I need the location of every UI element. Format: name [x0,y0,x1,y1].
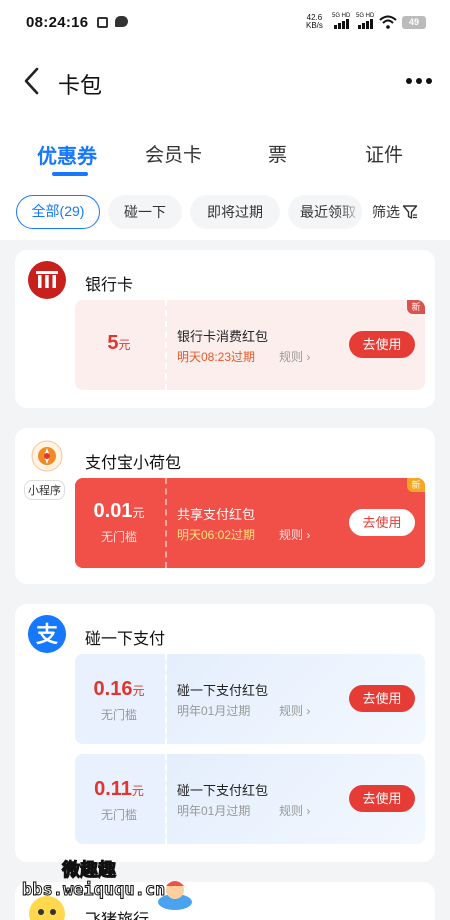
back-arrow-icon[interactable] [20,66,44,96]
watermark-line1: 微趣趣 [62,860,117,881]
screen-filter-label: 筛选 [372,204,400,220]
filter-chip-all[interactable]: 全部(29) [16,195,100,229]
signal-icon: 5G HD [356,13,376,29]
new-badge: 新 [407,478,425,492]
coupon-expiry: 明天06:02过期 [177,528,256,542]
tab-documents[interactable]: 证件 [365,140,403,167]
wifi-icon [379,15,397,29]
message-notification-icon [115,16,128,27]
screen-filter-button[interactable]: 筛选 [372,195,418,229]
filter-bar: 全部(29) 碰一下 即将过期 最近领取 筛选 [0,195,450,231]
coupon-expiry: 明年01月过期 [177,804,251,818]
coupon-amount-area: 0.01元 无门槛 [75,478,163,568]
status-time: 08:24:16 [26,14,89,31]
battery-icon: 49 [402,16,426,29]
page-title: 卡包 [58,73,103,98]
net-speed-unit: KB/s [306,21,323,30]
coupon-expiry: 明天08:23过期 [177,350,256,364]
filter-chip-expiring[interactable]: 即将过期 [190,195,280,229]
watermark-line2: bbs.weiququ.cn [21,880,166,901]
active-tab-indicator [52,172,88,176]
use-coupon-button[interactable]: 去使用 [349,509,415,536]
coupon-group-lotus-wallet: 支付宝小荷包 小程序 0.01元 无门槛 共享支付红包 明天06:02过期 规则… [15,428,435,584]
tab-bar: 优惠券 会员卡 票 证件 [0,134,450,178]
group-title: 支付宝小荷包 [85,455,182,472]
coupon-amount: 0.16元 [93,678,145,700]
coupon-amount-area: 0.11元 无门槛 [75,754,163,844]
coupon-threshold: 无门槛 [100,708,137,722]
coupon-item[interactable]: 5元 银行卡消费红包 明天08:23过期 规则 › 去使用 新 [75,300,425,390]
coupon-expiry: 明年01月过期 [177,704,251,718]
coupon-amount: 5元 [107,332,131,354]
lotus-wallet-icon [31,440,63,472]
coupon-amount: 0.01元 [93,500,145,522]
coupon-group-bank-card: 银行卡 5元 银行卡消费红包 明天08:23过期 规则 › 去使用 新 [15,250,435,408]
coupon-rule-link[interactable]: 规则 › [279,348,310,365]
coupon-amount-area: 5元 [75,300,163,390]
tab-tickets[interactable]: 票 [268,140,287,167]
tab-coupons[interactable]: 优惠券 [37,140,97,169]
group-header: 支付宝小荷包 [25,438,325,478]
bank-icon [28,261,66,299]
coupon-rule-link[interactable]: 规则 › [279,802,310,819]
group-header: 支 碰一下支付 [25,614,325,654]
coupon-name: 碰一下支付红包 [177,683,269,698]
filter-chip-tap[interactable]: 碰一下 [108,195,182,229]
coupon-item[interactable]: 0.01元 无门槛 共享支付红包 明天06:02过期 规则 › 去使用 新 [75,478,425,568]
new-badge: 新 [407,300,425,314]
net-speed: 42.6 KB/s [306,14,323,30]
use-coupon-button[interactable]: 去使用 [349,685,415,712]
coupon-threshold: 无门槛 [100,808,137,822]
coupon-item[interactable]: 0.11元 无门槛 碰一下支付红包 明年01月过期 规则 › 去使用 [75,754,425,844]
svg-text:支: 支 [36,623,59,648]
coupon-item[interactable]: 0.16元 无门槛 碰一下支付红包 明年01月过期 规则 › 去使用 [75,654,425,744]
coupon-group-tap-pay: 支 碰一下支付 0.16元 无门槛 碰一下支付红包 明年01月过期 规则 › 去… [15,604,435,862]
coupon-rule-link[interactable]: 规则 › [279,702,310,719]
coupon-info-area: 碰一下支付红包 明年01月过期 规则 › 去使用 [165,754,425,844]
signal-icon: 5G HD [332,13,352,29]
coupon-info-area: 碰一下支付红包 明年01月过期 规则 › 去使用 [165,654,425,744]
coupon-name: 碰一下支付红包 [177,783,269,798]
group-title: 银行卡 [85,277,134,294]
use-coupon-button[interactable]: 去使用 [349,331,415,358]
gallery-notification-icon [97,17,108,28]
funnel-icon [402,205,418,219]
nav-bar: 卡包 [0,56,450,106]
coupon-rule-link[interactable]: 规则 › [279,526,310,543]
filter-chip-recent[interactable]: 最近领取 [288,195,362,229]
coupon-amount-area: 0.16元 无门槛 [75,654,163,744]
watermark: 微趣趣 bbs.weiququ.cn [21,856,202,920]
coupon-info-area: 共享支付红包 明天06:02过期 规则 › 去使用 [165,478,425,568]
coupon-amount: 0.11元 [94,778,144,800]
coupon-info-area: 银行卡消费红包 明天08:23过期 规则 › 去使用 [165,300,425,390]
coupon-threshold: 无门槛 [100,530,137,544]
use-coupon-button[interactable]: 去使用 [349,785,415,812]
watermark-mascot-icon [158,881,192,910]
group-header: 银行卡 [25,260,325,300]
mini-program-tag: 小程序 [24,480,65,500]
alipay-icon: 支 [28,615,66,653]
status-bar: 08:24:16 42.6 KB/s 5G HD 5G HD 49 [0,0,450,46]
tab-membership-cards[interactable]: 会员卡 [145,140,202,167]
coupon-name: 共享支付红包 [177,507,256,522]
group-title: 碰一下支付 [85,631,166,648]
coupon-name: 银行卡消费红包 [177,329,269,344]
more-options-icon[interactable] [402,72,436,88]
